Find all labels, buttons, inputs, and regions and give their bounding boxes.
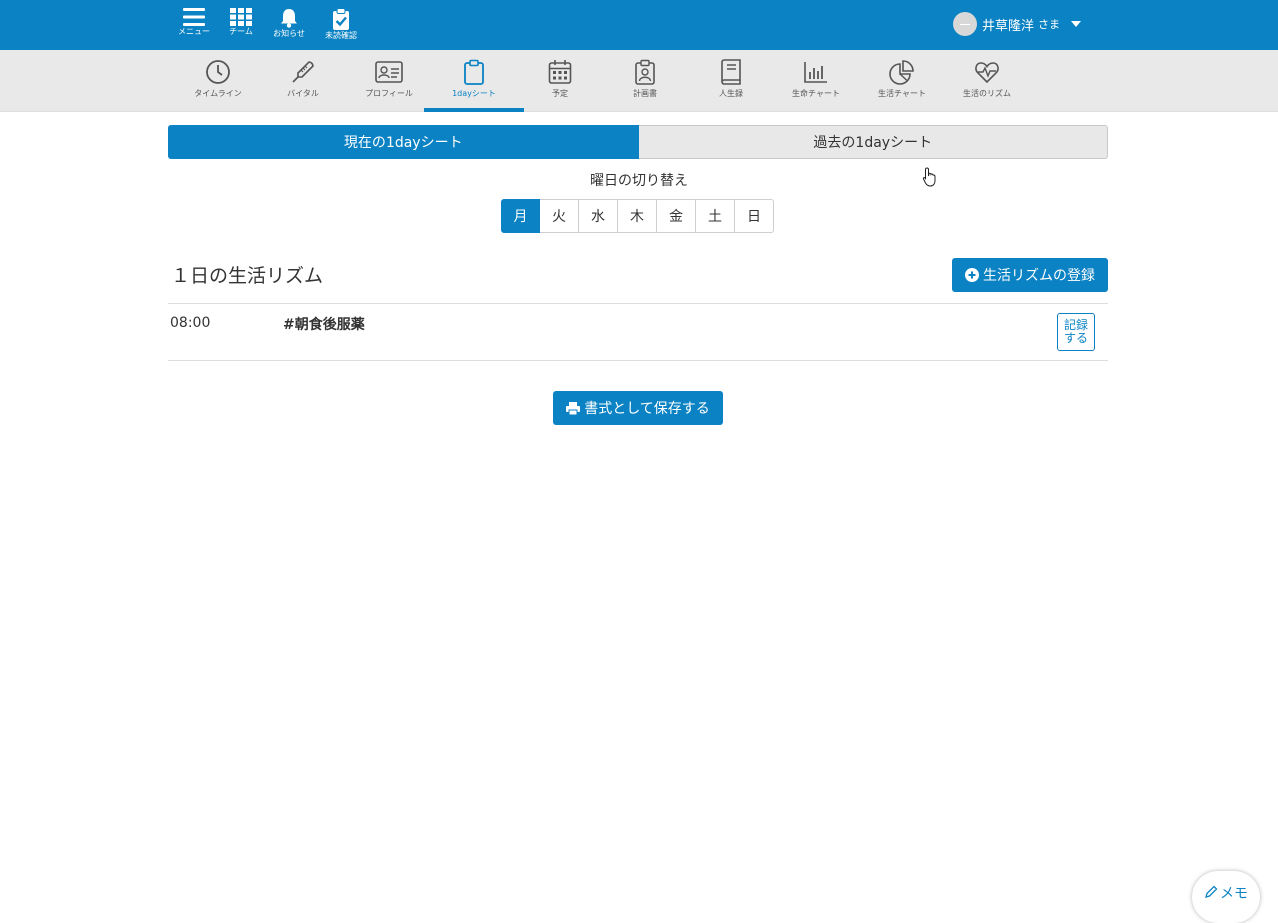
clipboard-check-icon — [333, 8, 349, 30]
save-as-format-label: 書式として保存する — [584, 401, 710, 417]
record-label-line2: する — [1063, 331, 1088, 345]
unread-check-label: 未読確認 — [325, 31, 357, 40]
tab-life-rhythm-label: 生活のリズム — [963, 89, 1011, 98]
day-saturday[interactable]: 土 — [696, 199, 735, 233]
hand-cursor-icon — [922, 167, 936, 187]
day-sunday[interactable]: 日 — [735, 199, 774, 233]
clipboard-icon — [464, 59, 484, 85]
caret-down-icon — [1071, 21, 1082, 27]
register-rhythm-button[interactable]: 生活リズムの登録 — [952, 258, 1108, 292]
pencil-icon — [1205, 885, 1218, 898]
day-wednesday[interactable]: 水 — [579, 199, 618, 233]
section-title: １日の生活リズム — [171, 265, 324, 287]
notifications-label: お知らせ — [273, 29, 305, 38]
unread-check-button[interactable]: 未読確認 — [317, 8, 365, 46]
tab-vitals-label: バイタル — [287, 89, 319, 98]
user-menu[interactable]: 井草隆洋 さま — [953, 11, 1082, 37]
memo-button[interactable]: メモ — [1192, 871, 1260, 923]
heart-pulse-icon — [975, 62, 999, 84]
book-icon — [721, 59, 741, 85]
past-sheet-button[interactable]: 過去の1dayシート — [638, 125, 1108, 159]
save-as-format-button[interactable]: 書式として保存する — [553, 391, 723, 425]
clipboard-user-icon — [635, 59, 655, 85]
day-friday[interactable]: 金 — [657, 199, 696, 233]
row-time: 08:00 — [170, 315, 211, 331]
nav-bar: タイムライン バイタル プロフィール 1dayシート 予定 計画書 人生録 生命… — [0, 50, 1278, 112]
register-rhythm-label: 生活リズムの登録 — [983, 268, 1095, 284]
menu-button[interactable]: メニュー — [170, 8, 218, 46]
top-bar: メニュー チーム お知らせ 未読確認 井草隆洋 さま — [0, 0, 1278, 50]
avatar — [953, 12, 977, 36]
day-switch-title: 曜日の切り替え — [590, 173, 688, 189]
tab-1day-sheet[interactable]: 1dayシート — [424, 50, 524, 112]
bar-chart-icon — [804, 62, 827, 83]
day-monday[interactable]: 月 — [501, 199, 540, 233]
calendar-icon — [548, 60, 572, 84]
day-tuesday[interactable]: 火 — [540, 199, 579, 233]
print-icon — [566, 401, 581, 415]
team-label: チーム — [229, 27, 253, 36]
rhythm-list: 08:00 #朝食後服薬 記録 する — [168, 303, 1108, 361]
tab-care-plan-label: 計画書 — [633, 89, 657, 98]
tab-life-rhythm[interactable]: 生活のリズム — [937, 50, 1037, 111]
current-sheet-button[interactable]: 現在の1dayシート — [168, 125, 639, 159]
tab-1day-sheet-label: 1dayシート — [452, 89, 496, 98]
grid-icon — [230, 8, 252, 26]
menu-icon — [183, 8, 205, 26]
notifications-button[interactable]: お知らせ — [265, 8, 313, 46]
id-card-icon — [375, 61, 403, 83]
tab-vital-chart[interactable]: 生命チャート — [766, 50, 866, 111]
user-name: 井草隆洋 — [982, 18, 1035, 34]
pie-chart-icon — [889, 60, 914, 85]
thermometer-icon — [292, 61, 314, 83]
row-label: #朝食後服薬 — [283, 317, 365, 333]
day-thursday[interactable]: 木 — [618, 199, 657, 233]
tab-vital-chart-label: 生命チャート — [792, 89, 840, 98]
memo-label: メモ — [1220, 886, 1248, 902]
record-button[interactable]: 記録 する — [1057, 313, 1095, 351]
menu-label: メニュー — [178, 27, 210, 36]
tab-vitals[interactable]: バイタル — [253, 50, 353, 111]
plus-circle-icon — [965, 268, 979, 282]
tab-care-plan[interactable]: 計画書 — [595, 50, 695, 111]
user-honorific: さま — [1038, 18, 1061, 31]
team-button[interactable]: チーム — [217, 8, 265, 46]
bell-icon — [281, 9, 297, 28]
clock-icon — [206, 60, 230, 84]
day-switch-group: 月 火 水 木 金 土 日 — [501, 199, 774, 233]
sheet-toggle: 現在の1dayシート 過去の1dayシート — [168, 125, 1108, 159]
